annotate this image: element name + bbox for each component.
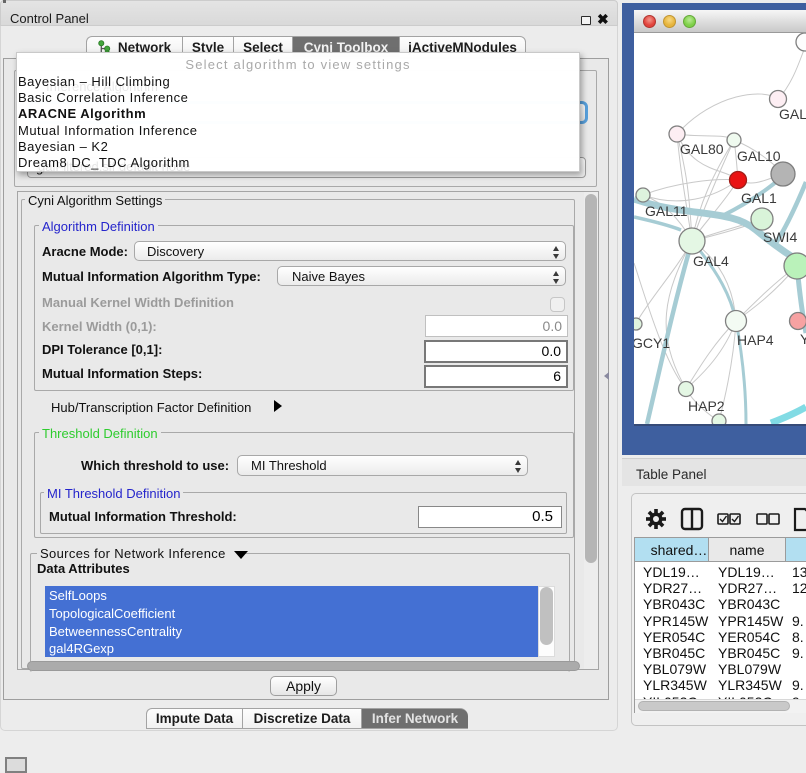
- svg-text:GCY1: GCY1: [634, 335, 670, 351]
- svg-text:HAP4: HAP4: [737, 332, 774, 348]
- svg-text:GAL1: GAL1: [741, 190, 777, 206]
- svg-text:GAL11: GAL11: [645, 203, 688, 219]
- svg-text:GAL4: GAL4: [693, 253, 729, 269]
- svg-text:HAP2: HAP2: [688, 398, 725, 414]
- svg-text:Y: Y: [800, 331, 806, 347]
- svg-text:GAL80: GAL80: [680, 141, 724, 157]
- svg-text:GAL: GAL: [779, 106, 806, 122]
- svg-text:GAL10: GAL10: [737, 148, 781, 164]
- svg-text:SWI4: SWI4: [763, 229, 797, 245]
